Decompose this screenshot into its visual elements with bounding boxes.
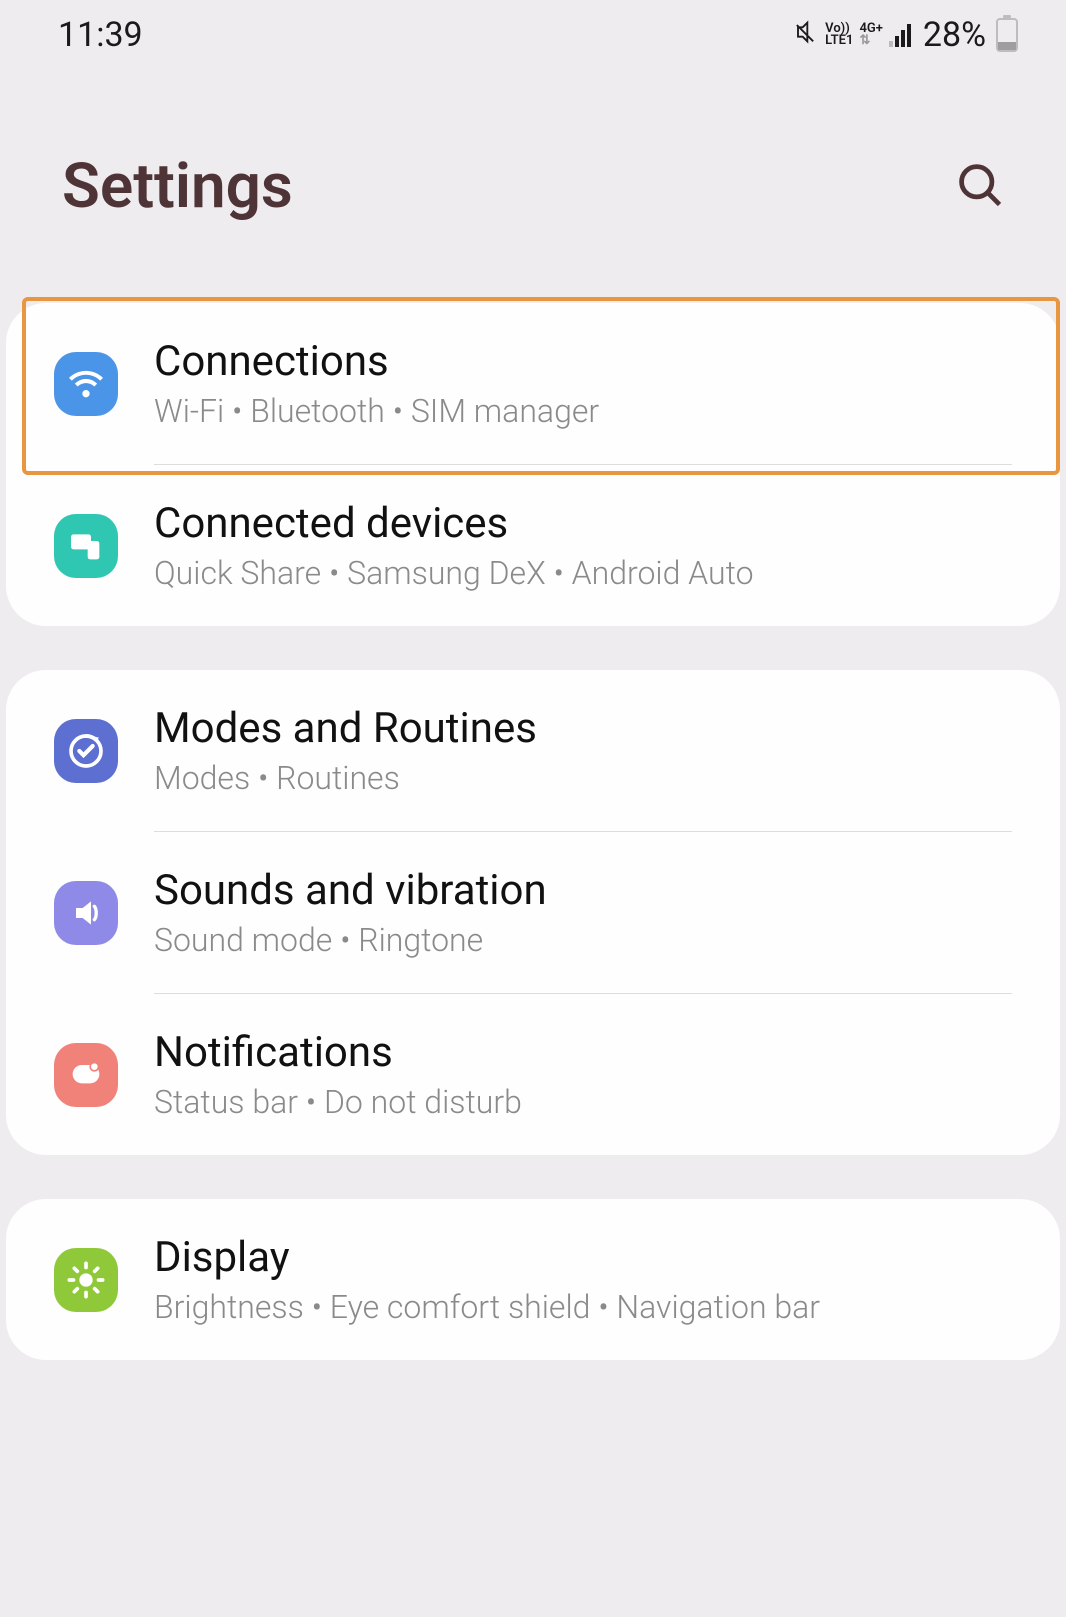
row-title: Sounds and vibration (154, 866, 1012, 915)
battery-percentage: 28% (923, 15, 986, 55)
row-title: Display (154, 1233, 1012, 1282)
row-title: Connections (154, 337, 1012, 386)
row-text: Connections Wi-Fi • Bluetooth • SIM manag… (154, 337, 1012, 430)
row-subtitle: Sound mode • Ringtone (154, 921, 1012, 959)
row-subtitle: Modes • Routines (154, 759, 1012, 797)
search-button[interactable] (954, 159, 1006, 215)
row-subtitle: Brightness • Eye comfort shield • Naviga… (154, 1288, 1012, 1326)
row-text: Display Brightness • Eye comfort shield •… (154, 1233, 1012, 1326)
devices-icon (54, 514, 118, 578)
page-title: Settings (62, 150, 293, 223)
row-subtitle: Quick Share • Samsung DeX • Android Auto (154, 554, 1012, 592)
battery-icon (996, 18, 1018, 52)
settings-list: Connections Wi-Fi • Bluetooth • SIM manag… (0, 303, 1066, 1360)
row-title: Connected devices (154, 499, 1012, 548)
row-title: Modes and Routines (154, 704, 1012, 753)
status-right: Vo)) LTE1 4G+ ⇅ 28% (791, 15, 1018, 55)
settings-row-sounds-vibration[interactable]: Sounds and vibration Sound mode • Rington… (6, 832, 1060, 993)
status-icons: Vo)) LTE1 4G+ ⇅ (791, 18, 911, 53)
row-subtitle: Wi-Fi • Bluetooth • SIM manager (154, 392, 1012, 430)
network-speed-label: 4G+ ⇅ (859, 23, 882, 47)
wifi-icon (54, 352, 118, 416)
row-text: Notifications Status bar • Do not disturb (154, 1028, 1012, 1121)
status-time: 11:39 (58, 15, 143, 55)
row-title: Notifications (154, 1028, 1012, 1077)
header: Settings (0, 70, 1066, 303)
signal-icon (889, 23, 911, 47)
chat-icon (54, 1043, 118, 1107)
row-text: Connected devices Quick Share • Samsung D… (154, 499, 1012, 592)
settings-row-notifications[interactable]: Notifications Status bar • Do not disturb (6, 994, 1060, 1155)
sun-icon (54, 1248, 118, 1312)
mute-vibrate-icon (791, 18, 819, 53)
search-icon (954, 159, 1006, 211)
row-text: Sounds and vibration Sound mode • Rington… (154, 866, 1012, 959)
row-text: Modes and Routines Modes • Routines (154, 704, 1012, 797)
row-subtitle: Status bar • Do not disturb (154, 1083, 1012, 1121)
settings-row-connections[interactable]: Connections Wi-Fi • Bluetooth • SIM manag… (6, 303, 1060, 464)
settings-group: Modes and Routines Modes • Routines Sounds… (6, 670, 1060, 1155)
settings-row-display[interactable]: Display Brightness • Eye comfort shield •… (6, 1199, 1060, 1360)
settings-row-modes-routines[interactable]: Modes and Routines Modes • Routines (6, 670, 1060, 831)
settings-group: Connections Wi-Fi • Bluetooth • SIM manag… (6, 303, 1060, 626)
status-bar: 11:39 Vo)) LTE1 4G+ ⇅ 28% (0, 0, 1066, 70)
speaker-icon (54, 881, 118, 945)
settings-group: Display Brightness • Eye comfort shield •… (6, 1199, 1060, 1360)
settings-row-connected-devices[interactable]: Connected devices Quick Share • Samsung D… (6, 465, 1060, 626)
check-icon (54, 719, 118, 783)
volte-label: Vo)) LTE1 (825, 23, 853, 47)
